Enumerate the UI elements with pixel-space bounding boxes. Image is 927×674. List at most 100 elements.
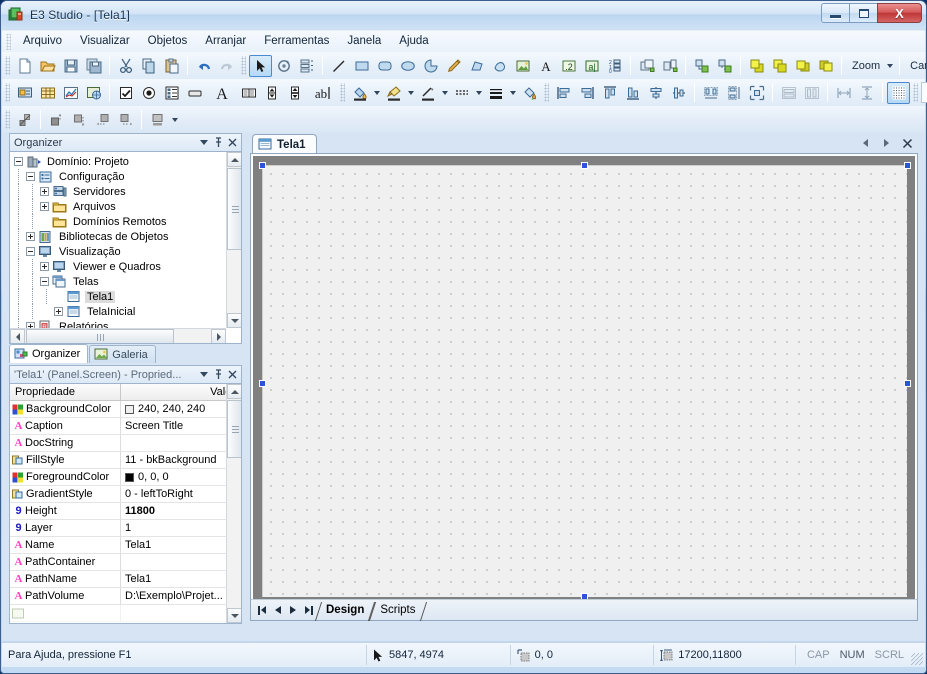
first-page-button[interactable] bbox=[255, 602, 270, 619]
fill-color-icon[interactable] bbox=[348, 82, 371, 104]
document-close-button[interactable] bbox=[900, 135, 915, 151]
pie-icon[interactable] bbox=[419, 55, 442, 77]
screen-design-canvas[interactable] bbox=[262, 165, 907, 597]
layers-dropdown-label[interactable]: Camadas bbox=[904, 60, 927, 72]
scroll-down-button[interactable] bbox=[227, 608, 242, 623]
alpha-display-icon[interactable]: a| bbox=[580, 55, 603, 77]
align-object-top-icon[interactable] bbox=[45, 109, 68, 131]
textbox-control-icon[interactable]: ab bbox=[306, 82, 337, 104]
resize-grip[interactable] bbox=[911, 653, 923, 665]
scroll-thumb[interactable] bbox=[26, 329, 174, 344]
menu-ajuda[interactable]: Ajuda bbox=[390, 32, 437, 51]
toolbar-grip[interactable] bbox=[5, 56, 10, 75]
tree-node-tela1[interactable]: Tela1 bbox=[12, 289, 212, 304]
toggle-grid-icon[interactable] bbox=[887, 82, 910, 104]
align-left-icon[interactable] bbox=[552, 82, 575, 104]
brush-style-dropdown[interactable] bbox=[405, 82, 416, 104]
bring-forward-icon[interactable] bbox=[791, 55, 814, 77]
properties-grid[interactable]: Propriedade Valor BackgroundColor 240, 2… bbox=[9, 383, 242, 624]
same-width-icon[interactable] bbox=[777, 82, 800, 104]
document-tab-tela1[interactable]: Tela1 bbox=[252, 134, 317, 155]
expander-minus-icon[interactable] bbox=[26, 247, 35, 256]
property-row-caption[interactable]: ACaption Screen Title bbox=[10, 418, 226, 435]
number-display-icon[interactable]: .2 bbox=[557, 55, 580, 77]
ellipse-icon[interactable] bbox=[396, 55, 419, 77]
organizer-tree[interactable]: Domínio: Projeto Configuração bbox=[9, 151, 242, 344]
gradient-fill-icon[interactable] bbox=[518, 82, 541, 104]
expander-plus-icon[interactable] bbox=[40, 202, 49, 211]
save-icon[interactable] bbox=[59, 55, 82, 77]
menu-objetos[interactable]: Objetos bbox=[139, 32, 197, 51]
line-width-dropdown[interactable] bbox=[507, 82, 518, 104]
paste-icon[interactable] bbox=[160, 55, 183, 77]
text-icon[interactable]: A bbox=[534, 55, 557, 77]
cut-icon[interactable] bbox=[114, 55, 137, 77]
last-page-button[interactable] bbox=[300, 602, 315, 619]
toolbar-grip[interactable] bbox=[241, 56, 246, 75]
ungroup-icon[interactable] bbox=[658, 55, 681, 77]
tree-node-dominio-projeto[interactable]: Domínio: Projeto bbox=[12, 154, 212, 169]
rotate-icon[interactable] bbox=[272, 55, 295, 77]
align-object-bottom-icon[interactable] bbox=[68, 109, 91, 131]
scroll-up-button[interactable] bbox=[227, 152, 242, 167]
new-icon[interactable] bbox=[13, 55, 36, 77]
menu-janela[interactable]: Janela bbox=[338, 32, 390, 51]
properties-menu-button[interactable] bbox=[197, 368, 211, 382]
property-row-layer[interactable]: 9Layer 1 bbox=[10, 520, 226, 537]
align-object-right-icon[interactable] bbox=[114, 109, 137, 131]
maximize-button[interactable] bbox=[849, 3, 878, 23]
radio-button-control-icon[interactable] bbox=[137, 82, 160, 104]
redo-icon[interactable] bbox=[215, 55, 238, 77]
align-right-icon[interactable] bbox=[575, 82, 598, 104]
polygon-icon[interactable] bbox=[465, 55, 488, 77]
button-control-icon[interactable] bbox=[183, 82, 206, 104]
menu-grip[interactable] bbox=[6, 34, 11, 50]
prev-page-button[interactable] bbox=[270, 602, 285, 619]
copy-icon[interactable] bbox=[137, 55, 160, 77]
zoom-dropdown-label[interactable]: Zoom bbox=[846, 60, 884, 72]
toolbar-grip[interactable] bbox=[340, 83, 345, 102]
fill-color-dropdown[interactable] bbox=[371, 82, 382, 104]
line-width-icon[interactable] bbox=[484, 82, 507, 104]
scroll-left-button[interactable] bbox=[10, 329, 25, 344]
tab-galeria[interactable]: Galeria bbox=[89, 345, 155, 363]
brush-style-icon[interactable] bbox=[382, 82, 405, 104]
space-across-icon[interactable] bbox=[699, 82, 722, 104]
link-icon[interactable] bbox=[690, 55, 713, 77]
align-bottom-icon[interactable] bbox=[621, 82, 644, 104]
pointer-select-icon[interactable] bbox=[249, 55, 272, 77]
scroll-thumb[interactable] bbox=[227, 400, 242, 458]
sheet-tab-design[interactable]: Design bbox=[315, 602, 375, 619]
grid-control-icon[interactable] bbox=[36, 82, 59, 104]
property-row-gradientstyle[interactable]: GradientStyle 0 - leftToRight bbox=[10, 486, 226, 503]
shadow-style-icon[interactable] bbox=[146, 109, 169, 131]
properties-vertical-scrollbar[interactable] bbox=[226, 384, 241, 623]
close-button[interactable]: X bbox=[877, 3, 922, 23]
object-list-icon[interactable] bbox=[295, 55, 318, 77]
organizer-menu-button[interactable] bbox=[197, 136, 211, 150]
menu-arranjar[interactable]: Arranjar bbox=[196, 32, 255, 51]
rounded-rectangle-icon[interactable] bbox=[373, 55, 396, 77]
property-row-docstring[interactable]: ADocString bbox=[10, 435, 226, 452]
open-icon[interactable] bbox=[36, 55, 59, 77]
spinner-control-icon[interactable] bbox=[260, 82, 283, 104]
selection-handle-middle-left[interactable] bbox=[259, 380, 266, 387]
minimize-button[interactable] bbox=[821, 3, 850, 23]
property-row-pathname[interactable]: APathName Tela1 bbox=[10, 571, 226, 588]
line-color-dropdown[interactable] bbox=[439, 82, 450, 104]
tab-organizer[interactable]: Organizer bbox=[9, 344, 88, 363]
browser-icon[interactable] bbox=[82, 82, 105, 104]
expander-minus-icon[interactable] bbox=[40, 277, 49, 286]
chart-icon[interactable] bbox=[59, 82, 82, 104]
expander-plus-icon[interactable] bbox=[26, 232, 35, 241]
line-style-icon[interactable] bbox=[450, 82, 473, 104]
tree-node-bibliotecas-de-objetos[interactable]: Bibliotecas de Objetos bbox=[12, 229, 212, 244]
rectangle-icon[interactable] bbox=[350, 55, 373, 77]
scroll-right-button[interactable] bbox=[211, 329, 226, 344]
align-center-horizontal-icon[interactable] bbox=[644, 82, 667, 104]
scroll-down-button[interactable] bbox=[227, 313, 242, 328]
make-vertical-spacing-equal-icon[interactable] bbox=[855, 82, 878, 104]
expander-minus-icon[interactable] bbox=[14, 157, 23, 166]
toolbar-grip[interactable] bbox=[913, 83, 918, 102]
image-icon[interactable] bbox=[511, 55, 534, 77]
